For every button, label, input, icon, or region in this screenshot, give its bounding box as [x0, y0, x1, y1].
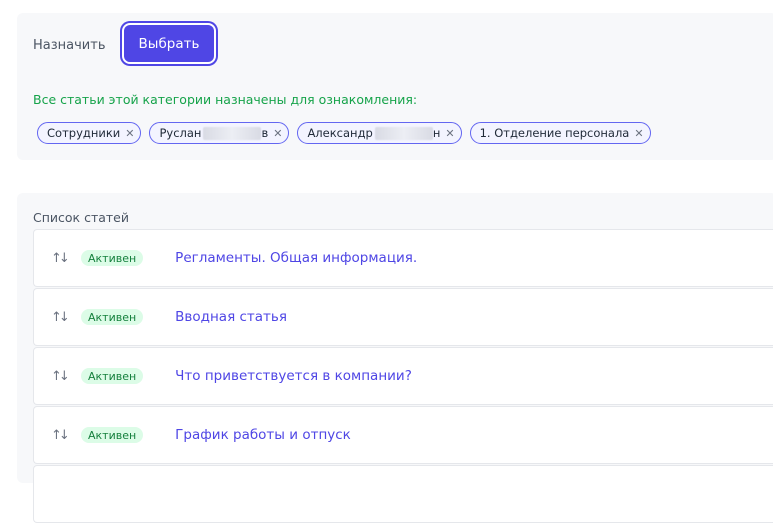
- assignee-chip: Руслан в ✕: [149, 122, 290, 144]
- redacted-text: [374, 126, 433, 140]
- sort-arrows-icon[interactable]: ↑↓: [51, 428, 71, 443]
- chip-label: Сотрудники: [47, 126, 121, 140]
- close-icon[interactable]: ✕: [445, 127, 454, 140]
- article-link[interactable]: Регламенты. Общая информация.: [175, 250, 417, 266]
- assignment-panel: Назначить Выбрать Все статьи этой катего…: [17, 13, 773, 160]
- chip-label: Александр: [307, 126, 373, 140]
- status-badge: Активен: [81, 427, 144, 443]
- list-item[interactable]: ↑↓ Активен Вводная статья: [33, 288, 773, 346]
- choose-button[interactable]: Выбрать: [124, 25, 214, 62]
- list-title: Список статей: [33, 210, 129, 225]
- assigned-info-text: Все статьи этой категории назначены для …: [33, 92, 418, 107]
- article-link[interactable]: График работы и отпуск: [175, 427, 351, 443]
- assign-label: Назначить: [33, 37, 106, 53]
- chip-label: Руслан: [159, 126, 202, 140]
- article-link[interactable]: Что приветствуется в компании?: [175, 368, 412, 384]
- assignee-chip: Сотрудники ✕: [37, 122, 142, 144]
- chip-label: 1. Отделение персонала: [479, 126, 630, 140]
- assignee-chips: Сотрудники ✕ Руслан в ✕ Александр н ✕ 1.…: [37, 122, 651, 144]
- status-badge: Активен: [81, 368, 144, 384]
- sort-arrows-icon[interactable]: ↑↓: [51, 251, 71, 266]
- list-item[interactable]: ↑↓ Активен Регламенты. Общая информация.: [33, 229, 773, 287]
- list-item[interactable]: ↑↓ Активен График работы и отпуск: [33, 406, 773, 464]
- list-item[interactable]: ↑↓ Активен Что приветствуется в компании…: [33, 347, 773, 405]
- chip-label-tail: в: [261, 126, 269, 140]
- assign-row: Назначить: [33, 25, 124, 65]
- status-badge: Активен: [81, 250, 144, 266]
- article-link[interactable]: Вводная статья: [175, 309, 287, 325]
- close-icon[interactable]: ✕: [273, 127, 282, 140]
- articles-panel: Список статей ↑↓ Активен Регламенты. Общ…: [17, 193, 773, 523]
- assignee-chip: Александр н ✕: [297, 122, 462, 144]
- article-list: ↑↓ Активен Регламенты. Общая информация.…: [33, 229, 773, 524]
- close-icon[interactable]: ✕: [125, 127, 134, 140]
- redacted-text: [203, 126, 262, 140]
- assignee-chip: 1. Отделение персонала ✕: [469, 122, 651, 144]
- sort-arrows-icon[interactable]: ↑↓: [51, 369, 71, 384]
- status-badge: Активен: [81, 309, 144, 325]
- close-icon[interactable]: ✕: [634, 127, 643, 140]
- list-item[interactable]: [33, 465, 773, 523]
- sort-arrows-icon[interactable]: ↑↓: [51, 310, 71, 325]
- chip-label-tail: н: [432, 126, 441, 140]
